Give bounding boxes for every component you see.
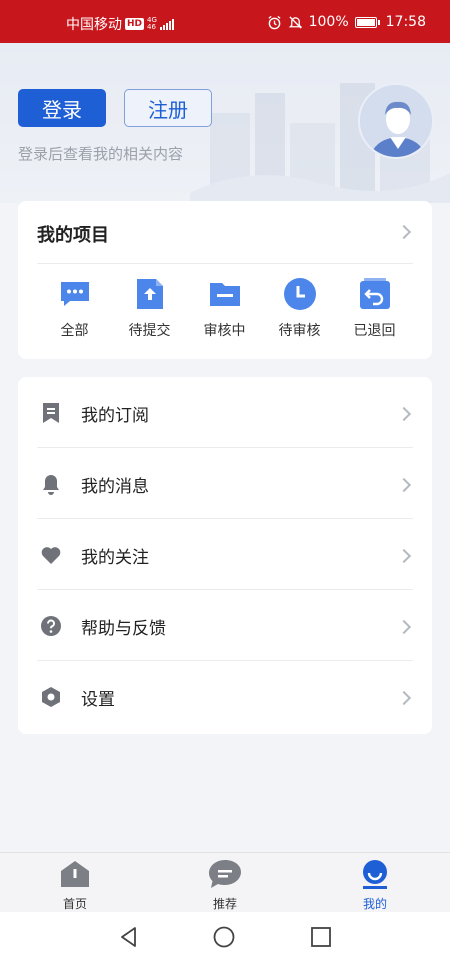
recents-icon[interactable] <box>310 926 332 948</box>
menu-label: 我的关注 <box>81 548 149 568</box>
system-nav-bar <box>0 912 450 962</box>
chat-bubble-icon <box>58 277 92 311</box>
heart-icon <box>41 547 61 564</box>
battery-percent: 100% <box>308 14 349 30</box>
project-label: 已退回 <box>353 323 396 339</box>
home-circle-icon[interactable] <box>213 926 235 948</box>
project-label: 全部 <box>60 323 89 339</box>
bell-icon <box>43 475 59 495</box>
project-label: 待审核 <box>278 323 321 339</box>
tab-mine[interactable]: 我的 <box>340 859 410 912</box>
carrier-name: 中国移动 <box>66 17 122 33</box>
menu-item-help[interactable]: 帮助与反馈 <box>18 590 432 661</box>
project-reviewing[interactable]: 审核中 <box>187 277 262 340</box>
tab-recommend[interactable]: 推荐 <box>190 859 260 912</box>
home-icon <box>61 861 89 887</box>
hd-badge: HD <box>125 18 145 30</box>
project-all[interactable]: 全部 <box>37 277 112 340</box>
chevron-right-icon <box>396 477 412 493</box>
chevron-right-icon <box>396 406 412 422</box>
register-button[interactable]: 注册 <box>124 89 212 127</box>
menu-item-follows[interactable]: 我的关注 <box>18 519 432 590</box>
my-projects-card: 我的项目 全部 待提交 审核中 待审核 已退回 <box>18 201 432 359</box>
menu-card: 我的订阅 我的消息 我的关注 帮助与反馈 设置 <box>18 377 432 734</box>
back-icon[interactable] <box>118 926 140 948</box>
chevron-right-icon <box>396 690 412 706</box>
battery-icon <box>354 16 380 28</box>
menu-label: 设置 <box>81 690 115 710</box>
project-label: 审核中 <box>203 323 246 339</box>
menu-item-subscriptions[interactable]: 我的订阅 <box>18 377 432 448</box>
login-hint: 登录后查看我的相关内容 <box>18 145 184 163</box>
project-awaiting-review[interactable]: 待审核 <box>262 277 337 340</box>
upload-file-icon <box>133 277 167 311</box>
menu-item-messages[interactable]: 我的消息 <box>18 448 432 519</box>
chevron-right-icon <box>396 548 412 564</box>
login-button[interactable]: 登录 <box>18 89 106 127</box>
clock-icon <box>283 277 317 311</box>
projects-title: 我的项目 <box>37 225 109 246</box>
status-right: 100% 17:58 <box>267 14 426 30</box>
return-icon <box>358 277 392 311</box>
tab-label: 推荐 <box>212 897 237 911</box>
signal-icon <box>159 18 174 30</box>
profile-header: 登录 注册 登录后查看我的相关内容 <box>0 43 450 203</box>
chat-icon <box>209 860 241 888</box>
chevron-right-icon <box>396 619 412 635</box>
mute-icon <box>288 15 302 29</box>
bottom-tab-bar: 首页 推荐 我的 <box>0 852 450 912</box>
tab-label: 首页 <box>62 897 87 911</box>
question-icon <box>41 616 61 636</box>
alarm-icon <box>268 15 281 29</box>
tab-home[interactable]: 首页 <box>40 859 110 912</box>
avatar[interactable] <box>358 83 434 159</box>
network-type: 4G 46 <box>147 16 157 31</box>
folder-icon <box>208 277 242 311</box>
tab-label: 我的 <box>362 897 387 911</box>
project-pending-submit[interactable]: 待提交 <box>112 277 187 340</box>
settings-icon <box>42 687 60 707</box>
divider <box>37 263 413 264</box>
clock-time: 17:58 <box>385 14 426 30</box>
chevron-right-icon[interactable] <box>396 224 412 240</box>
project-label: 待提交 <box>128 323 171 339</box>
menu-label: 我的消息 <box>81 477 149 497</box>
menu-item-settings[interactable]: 设置 <box>18 661 432 732</box>
menu-label: 帮助与反馈 <box>81 619 166 639</box>
status-bar: 中国移动 HD 4G 46 100% 17:58 <box>0 0 450 43</box>
bookmark-icon <box>43 403 59 423</box>
project-returned[interactable]: 已退回 <box>337 277 412 340</box>
menu-label: 我的订阅 <box>81 406 149 426</box>
carrier-info: 中国移动 HD 4G 46 <box>66 14 174 34</box>
profile-icon <box>363 860 387 889</box>
